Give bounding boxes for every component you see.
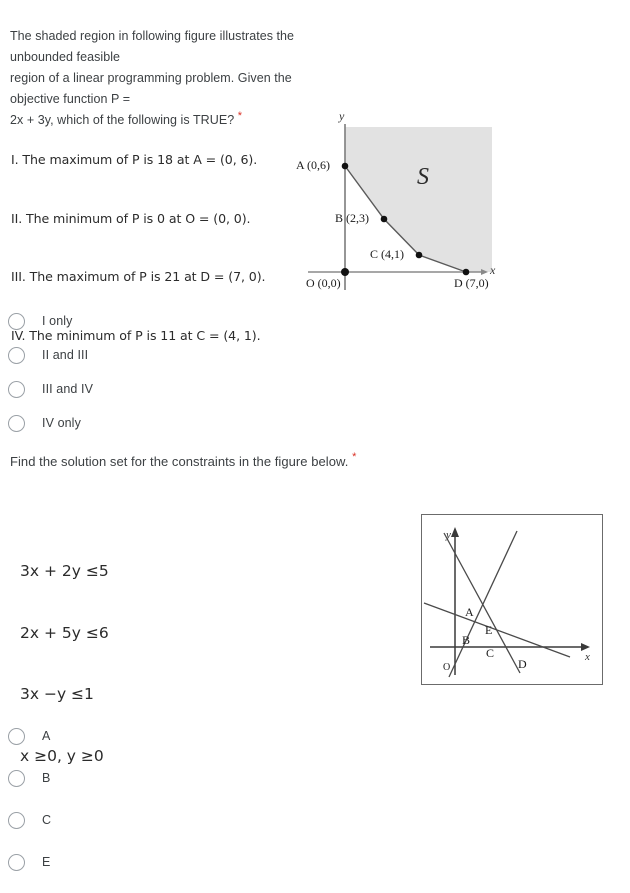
statement-ii: II. The minimum of P is 0 at O = (0, 0). bbox=[11, 210, 251, 226]
point-label-b: B (2,3) bbox=[335, 211, 369, 225]
radio-q2-c[interactable] bbox=[8, 811, 25, 829]
point-label-a: A (0,6) bbox=[296, 158, 330, 172]
option-q2-a-label: A bbox=[42, 729, 51, 743]
option-q1-iii-and-iv[interactable]: III and IV bbox=[8, 378, 93, 400]
option-q2-a[interactable]: A bbox=[8, 725, 50, 747]
option-q2-c[interactable]: C bbox=[8, 809, 51, 831]
y-axis-label-2: y bbox=[446, 529, 451, 541]
question-1-prompt-line-1: The shaded region in following figure il… bbox=[10, 29, 295, 64]
radio-q1-i-only[interactable] bbox=[8, 312, 25, 330]
y-axis-label: y bbox=[339, 109, 345, 123]
option-q1-ii-and-iii[interactable]: II and III bbox=[8, 344, 88, 366]
option-q2-b[interactable]: B bbox=[8, 767, 50, 789]
figure-feasible-region: A (0,6) B (2,3) C (4,1) D (7,0) O (0,0) … bbox=[288, 108, 518, 304]
region-label-d: D bbox=[518, 657, 527, 671]
region-label-e: E bbox=[485, 623, 493, 637]
radio-q1-iv-only[interactable] bbox=[8, 414, 25, 432]
option-q2-b-label: B bbox=[42, 771, 51, 785]
statement-i: I. The maximum of P is 18 at A = (0, 6). bbox=[11, 152, 258, 167]
vertex-point-c bbox=[415, 251, 423, 259]
point-label-o: O (0,0) bbox=[306, 276, 341, 290]
question-2-prompt: Find the solution set for the constraint… bbox=[10, 451, 490, 472]
option-q2-e-label: E bbox=[42, 855, 51, 869]
constraint-2: 2x + 5y ≤6 bbox=[20, 623, 109, 642]
origin-label-2: O bbox=[443, 662, 451, 673]
constraint-3: 3x −y ≤1 bbox=[20, 685, 94, 703]
vertex-point-a bbox=[341, 162, 349, 170]
radio-q2-a[interactable] bbox=[8, 727, 25, 745]
vertex-point-d bbox=[462, 268, 470, 276]
shaded-region-fill bbox=[345, 127, 492, 272]
question-2-constraints: 3x + 2y ≤5 2x + 5y ≤6 3x −y ≤1 x ≥0, y ≥… bbox=[20, 520, 109, 807]
question-2-required-asterisk: * bbox=[352, 451, 357, 463]
constraint-4: x ≥0, y ≥0 bbox=[20, 746, 104, 765]
statement-iii: III. The maximum of P is 21 at D = (7, 0… bbox=[11, 269, 266, 284]
constraint-line-2 bbox=[423, 602, 571, 658]
vertex-point-b bbox=[380, 215, 388, 223]
radio-q1-ii-and-iii[interactable] bbox=[8, 346, 25, 364]
x-axis-arrow-2 bbox=[581, 643, 590, 651]
radio-q1-iii-and-iv[interactable] bbox=[8, 380, 25, 398]
figure-constraints-box: A B C D E O y x bbox=[421, 514, 603, 685]
option-q2-c-label: C bbox=[42, 813, 52, 827]
radio-q2-b[interactable] bbox=[8, 769, 25, 787]
option-q1-iii-and-iv-label: III and IV bbox=[42, 382, 94, 396]
region-label-b: B bbox=[462, 633, 471, 647]
point-label-c: C (4,1) bbox=[370, 247, 404, 261]
option-q1-ii-and-iii-label: II and III bbox=[42, 348, 89, 362]
option-q1-iv-only[interactable]: IV only bbox=[8, 412, 81, 434]
constraint-line-3 bbox=[448, 530, 518, 678]
radio-q2-e[interactable] bbox=[8, 853, 25, 871]
region-label-c: C bbox=[486, 646, 495, 660]
region-label-a: A bbox=[465, 605, 474, 619]
option-q1-i-only[interactable]: I only bbox=[8, 310, 72, 332]
option-q2-e[interactable]: E bbox=[8, 851, 50, 873]
y-axis-arrow-2 bbox=[451, 527, 459, 537]
option-q1-i-only-label: I only bbox=[42, 314, 73, 328]
form-page: The shaded region in following figure il… bbox=[0, 0, 630, 893]
question-2-prompt-text: Find the solution set for the constraint… bbox=[10, 454, 349, 469]
x-axis-label: x bbox=[490, 263, 496, 277]
question-1-prompt-line-2: region of a linear programming problem. … bbox=[10, 71, 292, 106]
region-label-s: S bbox=[417, 164, 429, 190]
point-label-d: D (7,0) bbox=[454, 276, 489, 290]
x-axis-label-2: x bbox=[585, 651, 590, 663]
option-q1-iv-only-label: IV only bbox=[42, 416, 81, 430]
constraint-1: 3x + 2y ≤5 bbox=[20, 562, 109, 580]
vertex-point-o bbox=[341, 268, 349, 276]
